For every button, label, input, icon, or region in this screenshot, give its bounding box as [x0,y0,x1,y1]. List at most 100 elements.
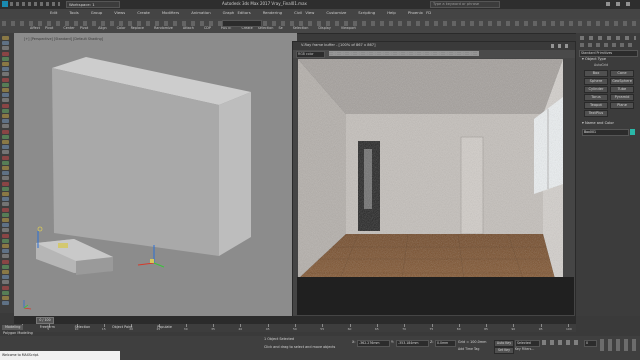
left-tool-icon[interactable] [2,41,9,46]
left-tool-icon[interactable] [2,259,9,264]
menu-item-tools[interactable]: Tools [69,10,78,15]
ribbon-labels[interactable]: Affect Pivot Center Pivot Align Color Repla… [30,26,366,30]
command-panel-tabs[interactable] [580,36,636,40]
time-slider-thumb[interactable]: 0 / 100 [36,317,54,324]
ribbon-item-randomize[interactable]: Randomize [154,26,173,30]
left-tool-icon[interactable] [2,46,9,51]
auto-key-button[interactable]: Auto Key [494,340,514,347]
left-tool-icon[interactable] [2,145,9,150]
menu-item-phoenix-fd[interactable]: Phoenix FD [408,10,431,15]
left-tool-icon[interactable] [2,124,9,129]
left-tool-icon[interactable] [2,77,9,82]
name-and-color-header[interactable]: ▾ Name and Color [582,121,614,126]
tube-button[interactable]: Tube [610,86,634,93]
y-coord-field[interactable]: -353.184mm [396,340,429,347]
left-tool-icon[interactable] [2,56,9,61]
ribbon-item-display[interactable]: Display [318,26,331,30]
vfb-title-bar[interactable]: V-Ray frame buffer - [100% of 867 x 867] [293,42,575,50]
ribbon-item-cdp[interactable]: CDP [204,26,211,30]
left-tool-icon[interactable] [2,207,9,212]
create-category-icons[interactable] [580,43,636,47]
playback-controls[interactable] [542,340,582,345]
ribbon-item-affect-pivot[interactable]: Affect Pivot [30,26,53,30]
left-tool-icon[interactable] [2,176,9,181]
left-tool-icon[interactable] [2,119,9,124]
object-type-header[interactable]: ▾ Object Type [582,57,606,62]
left-tool-icon[interactable] [2,186,9,191]
left-tool-icon[interactable] [2,223,9,228]
ribbon-tab-object-paint[interactable]: Object Paint [109,325,136,330]
add-time-tag[interactable]: Add Time Tag [458,347,479,351]
menu-item-views[interactable]: Views [114,10,125,15]
vfb-window-controls[interactable] [551,44,571,48]
left-tool-icon[interactable] [2,202,9,207]
left-tool-icon[interactable] [2,72,9,77]
window-controls[interactable] [606,2,636,6]
cylinder-button[interactable]: Cylinder [584,86,608,93]
left-tool-icon[interactable] [2,192,9,196]
menu-item-help[interactable]: Help [387,10,396,15]
menu-item-create[interactable]: Create [137,10,150,15]
left-tool-icon[interactable] [2,270,9,274]
menu-item-customize[interactable]: Customize [326,10,346,15]
app-logo-icon[interactable] [2,1,8,7]
menu-item-scripting[interactable]: Scripting [358,10,375,15]
left-tool-icon[interactable] [2,290,9,295]
menu-item-edit[interactable]: Edit [50,10,57,15]
ribbon-item-center-pivot[interactable]: Center Pivot [63,26,88,30]
selection-set-dropdown[interactable] [222,20,262,27]
viewport-nav-icons[interactable] [600,339,636,351]
left-tool-icon[interactable] [2,88,9,92]
vfb-tool-icons[interactable] [329,51,479,56]
left-tool-icon[interactable] [2,62,9,66]
menu-item-group[interactable]: Group [91,10,103,15]
left-tool-icon[interactable] [2,36,9,40]
key-filters-button[interactable]: Key Filters... [515,347,534,351]
left-tool-icon[interactable] [2,249,9,254]
quick-access-icons[interactable] [10,2,60,6]
left-tool-icon[interactable] [2,150,9,155]
key-selection-dropdown[interactable]: Selected [515,340,540,347]
left-tool-icon[interactable] [2,228,9,233]
left-tool-icon[interactable] [2,254,9,259]
pyramid-button[interactable]: Pyramid [610,94,634,101]
left-tool-icon[interactable] [2,140,9,144]
object-name-input[interactable]: Box001 [582,129,629,136]
left-tool-icon[interactable] [2,103,9,108]
left-tool-icon[interactable] [2,197,9,202]
left-tool-icon[interactable] [2,296,9,300]
perspective-viewport[interactable]: [+] [Perspective] [Standard] [Default Sh… [14,33,297,316]
menu-item-modifiers[interactable]: Modifiers [162,10,179,15]
maxscript-listener[interactable]: Welcome to MAXScript. [0,351,120,360]
polygon-modeling-label[interactable]: Polygon Modeling [3,331,33,335]
left-tool-icon[interactable] [2,51,9,56]
left-tool-icon[interactable] [2,275,9,280]
plane-button[interactable]: Plane [610,102,634,109]
left-tool-icon[interactable] [2,82,9,87]
left-tool-icon[interactable] [2,301,9,306]
menu-item-graph-editors[interactable]: Graph Editors [223,10,251,15]
left-tool-icon[interactable] [2,264,9,269]
x-coord-field[interactable]: -362.276mm [357,340,390,347]
left-tool-icon[interactable] [2,129,9,134]
ribbon-tab-modeling[interactable]: Modeling [2,325,24,331]
object-color-swatch[interactable] [630,129,635,135]
left-tool-icon[interactable] [2,108,9,113]
set-key-button[interactable]: Set Key [494,347,514,354]
time-slider[interactable]: 0 / 100 [14,316,576,324]
workspace-dropdown[interactable]: Workspace: 1 [66,1,120,8]
left-tool-icon[interactable] [2,244,9,248]
left-tool-icon[interactable] [2,93,9,98]
autogrid-checkbox[interactable]: AutoGrid [594,63,608,67]
left-tool-icon[interactable] [2,181,9,186]
left-tool-icon[interactable] [2,285,9,290]
ribbon-tab-populate[interactable]: Populate [154,325,175,330]
z-coord-field[interactable]: 0.0mm [435,340,456,347]
left-tool-icon[interactable] [2,114,9,118]
ribbon-tab-freeform[interactable]: Freeform [37,325,58,330]
ribbon-item-align[interactable]: Align [98,26,107,30]
ribbon-item-viewport[interactable]: Viewport [341,26,356,30]
menu-item-animation[interactable]: Animation [191,10,210,15]
left-tool-icon[interactable] [2,166,9,170]
left-tool-icon[interactable] [2,238,9,243]
